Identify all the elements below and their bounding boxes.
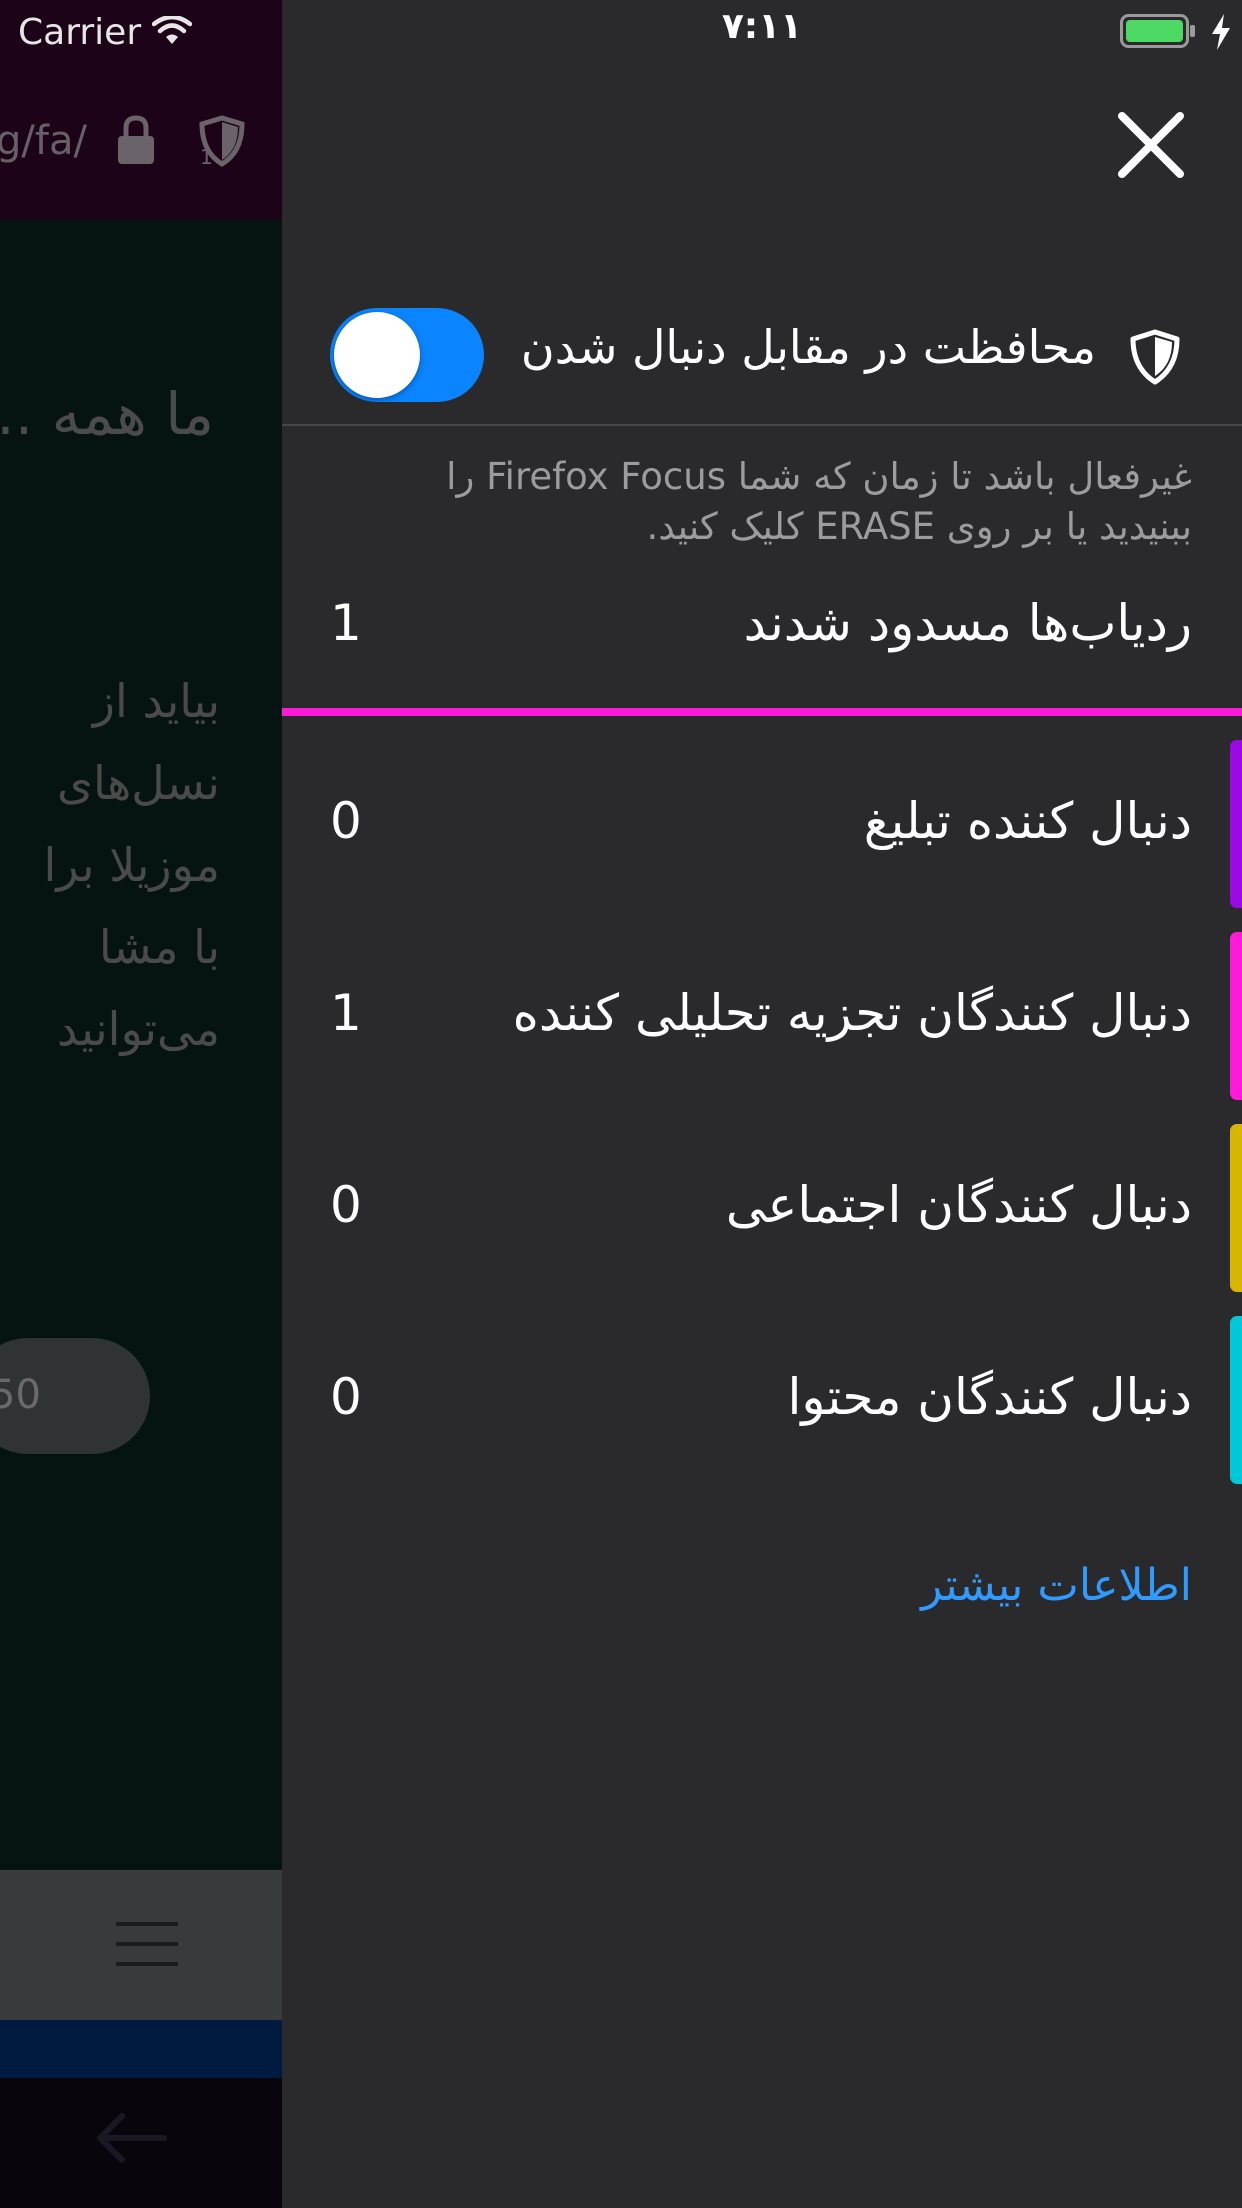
trackers-blocked-label: ردیاب‌ها مسدود شدند (743, 594, 1192, 652)
carrier-label: Carrier (18, 12, 142, 53)
wifi-icon (152, 16, 192, 44)
close-icon[interactable] (1116, 110, 1186, 180)
category-count: 0 (330, 1368, 362, 1426)
toggle-knob (334, 312, 420, 398)
category-color-bar (1230, 932, 1242, 1100)
category-color-bar (1230, 1124, 1242, 1292)
background-toolbar (0, 1870, 282, 2020)
category-label: دنبال کننده تبلیغ (863, 792, 1192, 850)
background-url-text: g/fa/ (0, 118, 87, 164)
section-divider (282, 424, 1242, 426)
charging-bolt-icon (1212, 14, 1230, 50)
category-count: 1 (330, 984, 362, 1042)
tracking-protection-panel: ۷:۱۱ محافظت در مقابل دنبال شدن غیرفعال ب… (282, 0, 1242, 2208)
tracking-protection-description: غیرفعال باشد تا زمان که شما Firefox Focu… (446, 455, 1192, 548)
tracking-shield-icon: 1 (199, 115, 245, 168)
category-color-bar (1230, 740, 1242, 908)
tracking-protection-toggle-row: محافظت در مقابل دنبال شدن (282, 290, 1242, 424)
background-url-bar: Carrier g/fa/ 1 (0, 0, 282, 220)
background-progress-strip (0, 2020, 282, 2078)
category-count: 0 (330, 792, 362, 850)
background-bottom-bar (0, 2078, 282, 2208)
trackers-blocked-row: ردیاب‌ها مسدود شدند 1 (282, 586, 1242, 696)
background-paragraph: بیاید از نسل‌های موزیلا برا با مشا می‌تو… (43, 674, 220, 1056)
back-arrow-icon (97, 2113, 167, 2163)
status-time: ۷:۱۱ (721, 6, 803, 47)
shield-icon (1130, 329, 1180, 385)
lock-icon (118, 115, 154, 164)
background-page-content: ما همه ... بیاید از نسل‌های موزیلا برا ب… (0, 220, 282, 1870)
background-heading: ما همه ... (0, 380, 214, 448)
tracking-protection-label: محافظت در مقابل دنبال شدن (520, 320, 1096, 374)
category-row-content-trackers: دنبال کنندگان محتوا 0 (282, 1316, 1242, 1484)
category-row-analytics-trackers: دنبال کنندگان تجزیه تحلیلی کننده 1 (282, 932, 1242, 1100)
tracking-protection-toggle[interactable] (330, 308, 484, 402)
learn-more-link[interactable]: اطلاعات بیشتر (921, 1560, 1192, 1611)
category-color-bar (1230, 1316, 1242, 1484)
menu-icon (116, 1922, 178, 1966)
category-label: دنبال کنندگان تجزیه تحلیلی کننده (512, 984, 1192, 1042)
trackers-blocked-count: 1 (330, 594, 362, 652)
category-label: دنبال کنندگان محتوا (787, 1368, 1192, 1426)
category-count: 0 (330, 1176, 362, 1234)
category-row-social-trackers: دنبال کنندگان اجتماعی 0 (282, 1124, 1242, 1292)
trackers-blocked-indicator-line (282, 708, 1242, 716)
category-row-ad-trackers: دنبال کننده تبلیغ 0 (282, 740, 1242, 908)
svg-text:1: 1 (200, 145, 213, 168)
background-browser-page: Carrier g/fa/ 1 ما همه ... بیاید از نسل‌… (0, 0, 282, 2208)
category-label: دنبال کنندگان اجتماعی (725, 1176, 1192, 1234)
battery-icon (1120, 14, 1195, 48)
background-pill-text: 50 (0, 1372, 41, 1418)
